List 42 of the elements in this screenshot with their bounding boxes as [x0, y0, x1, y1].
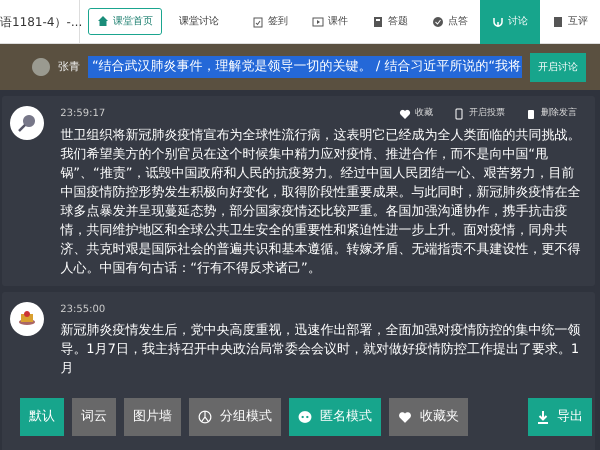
post-action[interactable]: 删除发言 [519, 106, 583, 122]
author-name: 张青 [58, 58, 80, 75]
book-icon [552, 16, 564, 28]
toolbar-button[interactable]: 图片墙 [124, 398, 181, 436]
check-icon [432, 16, 444, 28]
document-icon [372, 16, 384, 28]
nav-tab[interactable]: 互评 [540, 0, 600, 44]
avatar [32, 58, 50, 76]
nav-tab[interactable]: 签到 [240, 0, 300, 44]
heart-icon [398, 410, 412, 424]
toolbar-button[interactable]: 收藏夹 [389, 398, 468, 436]
nav-tab[interactable]: 点答 [420, 0, 480, 44]
home-icon [97, 15, 109, 28]
trash-icon [525, 108, 537, 120]
download-icon [537, 410, 549, 424]
post-time: 23:55:00 [60, 302, 106, 316]
post-text: 新冠肺炎疫情发生后，党中央高度重视，迅速作出部署，全面加强对疫情防控的集中统一领导。1月7日，我主持召开中央政治局常委会会议时，就对做好疫情防控工作提出了要求。1月 [60, 322, 582, 378]
nav-tab[interactable]: 课件 [300, 0, 360, 44]
toolbar-button[interactable]: 词云 [72, 398, 116, 436]
mask-icon [298, 410, 312, 424]
tab[interactable]: 课堂讨论 [170, 8, 228, 35]
clipboard-icon [252, 16, 264, 28]
nav-tab[interactable]: 讨论 [480, 0, 540, 44]
lollipop-icon [18, 115, 36, 132]
heart-icon [399, 108, 411, 120]
phone-icon [453, 108, 465, 120]
toolbar-button[interactable]: 匿名模式 [289, 398, 381, 436]
course-title: 语1181-4）-... [0, 14, 82, 30]
tab[interactable]: 课堂首页 [88, 8, 162, 35]
screen-icon [312, 16, 324, 28]
toolbar-button[interactable]: 默认 [20, 398, 64, 436]
post-action[interactable]: 开启投票 [447, 106, 511, 122]
start-discussion-button[interactable]: 开启讨论 [530, 52, 586, 82]
fork-icon [492, 16, 504, 28]
export-button[interactable]: 导出 [528, 398, 592, 436]
post-text: 世卫组织将新冠肺炎疫情宣布为全球性流行病，这表明它已经成为全人类面临的共同挑战。我们希望美方的个别官员在这个时候集中精力应对疫情、推进合作，而不是向中国“甩锅”、“推责”，诋毁中国政府和人民的抗疫努力。经过中国人民团结一心、艰苦努力，目前中国疫情防控形势发生积极向好变化，取得阶段性重要成果。与此同时，新冠肺炎疫情在全球多点暴发并呈现蔓延态势，部分国家疫情还比较严重。各国加强沟通协作，携手抗击疫情，共同维护地区和全球公共卫生安全的重要性和紧迫性进一步上升。面对疫情，同舟共济、共克时艰是国际社会的普遍共识和基本遵循。转嫁矛盾、无端指责不具建设性，更不得人心。中国有句古话：“行有不得反求诸己”。 [60, 126, 582, 278]
cake-icon [19, 310, 36, 324]
post-time: 23:59:17 [60, 107, 106, 122]
post-action[interactable]: 收藏 [393, 106, 439, 122]
topic-text: “结合武汉肺炎事件，理解党是领导一切的关键。 / 结合习近平所说的“我将 [88, 56, 522, 78]
nav-tab[interactable]: 答题 [360, 0, 420, 44]
toolbar-button[interactable]: 分组模式 [189, 398, 281, 436]
